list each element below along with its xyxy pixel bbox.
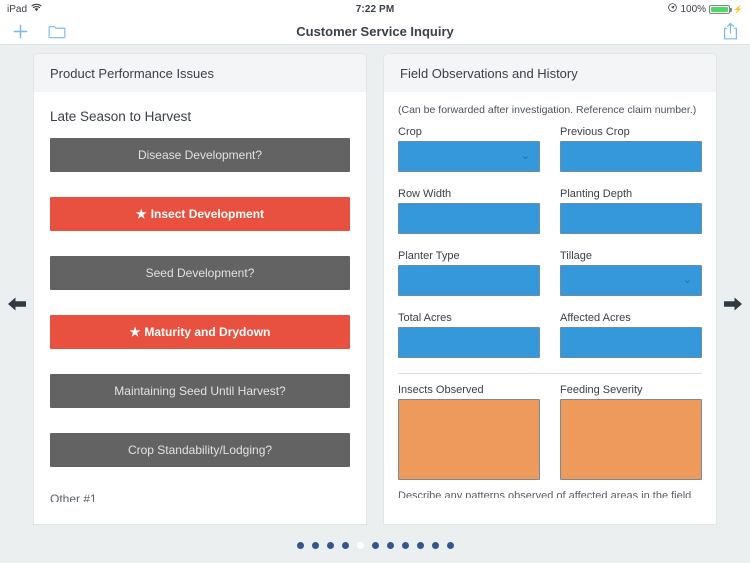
star-icon: ★: [135, 207, 147, 221]
field-label: Previous Crop: [560, 126, 630, 138]
arrow-right-icon: [724, 297, 742, 311]
left-panel-header: Product Performance Issues: [33, 53, 367, 92]
location-arrow-icon: [668, 3, 678, 15]
right-panel-header: Field Observations and History: [383, 53, 717, 92]
row-width-input[interactable]: [398, 203, 540, 234]
next-page-arrow[interactable]: [720, 291, 746, 317]
issue-label: Disease Development?: [137, 148, 263, 162]
issue-button-maturity-and-drydown[interactable]: ★ Maturity and Drydown: [50, 315, 350, 349]
field-planting-depth: Planting Depth: [560, 188, 702, 246]
status-bar-clock: 7:22 PM: [355, 3, 395, 15]
affected-acres-input[interactable]: [560, 327, 702, 358]
section-divider: [398, 373, 702, 374]
field-tillage: Tillage ⌄: [560, 250, 702, 308]
planter-type-input[interactable]: [398, 265, 540, 296]
pagination-dot[interactable]: [401, 542, 409, 549]
battery-percentage: 100%: [680, 3, 707, 15]
product-performance-panel: Product Performance Issues Late Season t…: [33, 53, 367, 525]
chevron-down-icon: ⌄: [520, 149, 530, 162]
field-insects-observed: Insects Observed: [398, 384, 540, 489]
issue-label: Crop Standability/Lodging?: [127, 443, 273, 457]
textarea-grid: Insects Observed Feeding Severity: [384, 384, 716, 489]
issue-button-maintaining-seed-until-harvest[interactable]: Maintaining Seed Until Harvest?: [50, 374, 350, 408]
pagination-dot[interactable]: [296, 542, 304, 549]
right-panel-body[interactable]: (Can be forwarded after investigation. R…: [383, 92, 717, 525]
issue-button-insect-development[interactable]: ★ Insect Development: [50, 197, 350, 231]
field-label: Insects Observed: [398, 384, 484, 396]
page-content: Product Performance Issues Late Season t…: [0, 45, 750, 563]
nav-bar-right-actions: [720, 21, 740, 41]
status-bar-right: 100% ⚡: [668, 3, 743, 15]
arrow-left-icon: [8, 297, 26, 311]
section-title: Late Season to Harvest: [50, 109, 192, 124]
issue-button-disease-development[interactable]: Disease Development?: [50, 138, 350, 172]
pagination-dot[interactable]: [446, 542, 454, 549]
field-label: Feeding Severity: [560, 384, 643, 396]
field-total-acres: Total Acres: [398, 312, 540, 370]
issue-label: Maturity and Drydown: [144, 325, 271, 339]
nav-bar-left-actions: [10, 21, 67, 41]
field-label: Row Width: [398, 188, 452, 200]
field-crop: Crop ⌄: [398, 126, 540, 184]
field-label: Total Acres: [398, 312, 452, 324]
field-previous-crop: Previous Crop: [560, 126, 702, 184]
chevron-down-icon: ⌄: [682, 273, 692, 286]
field-label: Planter Type: [398, 250, 460, 262]
folder-icon[interactable]: [47, 21, 67, 41]
battery-fill: [711, 6, 729, 12]
page-title: Customer Service Inquiry: [296, 23, 454, 39]
nav-bar: Customer Service Inquiry: [0, 18, 750, 45]
pagination-dot[interactable]: [416, 542, 424, 549]
share-icon[interactable]: [720, 21, 740, 41]
field-affected-acres: Affected Acres: [560, 312, 702, 370]
field-label: Planting Depth: [560, 188, 633, 200]
planting-depth-input[interactable]: [560, 203, 702, 234]
previous-crop-input[interactable]: [560, 141, 702, 172]
pagination-dot[interactable]: [311, 542, 319, 549]
issue-label: Insect Development: [150, 207, 265, 221]
issue-label: Maintaining Seed Until Harvest?: [114, 384, 286, 398]
left-panel-body[interactable]: Late Season to Harvest Disease Developme…: [33, 92, 367, 525]
insects-observed-textarea[interactable]: [398, 399, 540, 480]
issue-button-seed-development[interactable]: Seed Development?: [50, 256, 350, 290]
lightning-bolt-icon: ⚡: [733, 4, 743, 14]
issue-button-crop-standability-lodging[interactable]: Crop Standability/Lodging?: [50, 433, 350, 467]
pagination-dot[interactable]: [371, 542, 379, 549]
field-observations-panel: Field Observations and History (Can be f…: [383, 53, 717, 525]
field-label: Tillage: [560, 250, 592, 262]
field-grid: Crop ⌄ Previous Crop Row Width Planting …: [384, 126, 716, 370]
pagination-dot[interactable]: [386, 542, 394, 549]
form-note: (Can be forwarded after investigation. R…: [398, 104, 697, 116]
plus-icon[interactable]: [10, 21, 30, 41]
field-planter-type: Planter Type: [398, 250, 540, 308]
pagination-dot[interactable]: [356, 542, 364, 549]
battery-icon: [709, 4, 733, 14]
star-icon: ★: [129, 325, 141, 339]
panels-container: Product Performance Issues Late Season t…: [0, 45, 750, 563]
pagination-dot[interactable]: [431, 542, 439, 549]
feeding-severity-textarea[interactable]: [560, 399, 702, 480]
field-label: Affected Acres: [560, 312, 631, 324]
pagination-dots: [0, 542, 750, 549]
crop-select[interactable]: ⌄: [398, 141, 540, 172]
issue-label-other-1[interactable]: Other #1: [34, 492, 366, 502]
prev-page-arrow[interactable]: [4, 291, 30, 317]
status-bar: iPad 7:22 PM 100% ⚡: [0, 0, 750, 18]
field-row-width: Row Width: [398, 188, 540, 246]
field-pattern-description-label: Describe any patterns observed of affect…: [398, 490, 695, 498]
field-feeding-severity: Feeding Severity: [560, 384, 702, 489]
pagination-dot[interactable]: [341, 542, 349, 549]
pagination-dot[interactable]: [326, 542, 334, 549]
field-label: Crop: [398, 126, 422, 138]
issue-label: Seed Development?: [145, 266, 255, 280]
tillage-select[interactable]: ⌄: [560, 265, 702, 296]
total-acres-input[interactable]: [398, 327, 540, 358]
